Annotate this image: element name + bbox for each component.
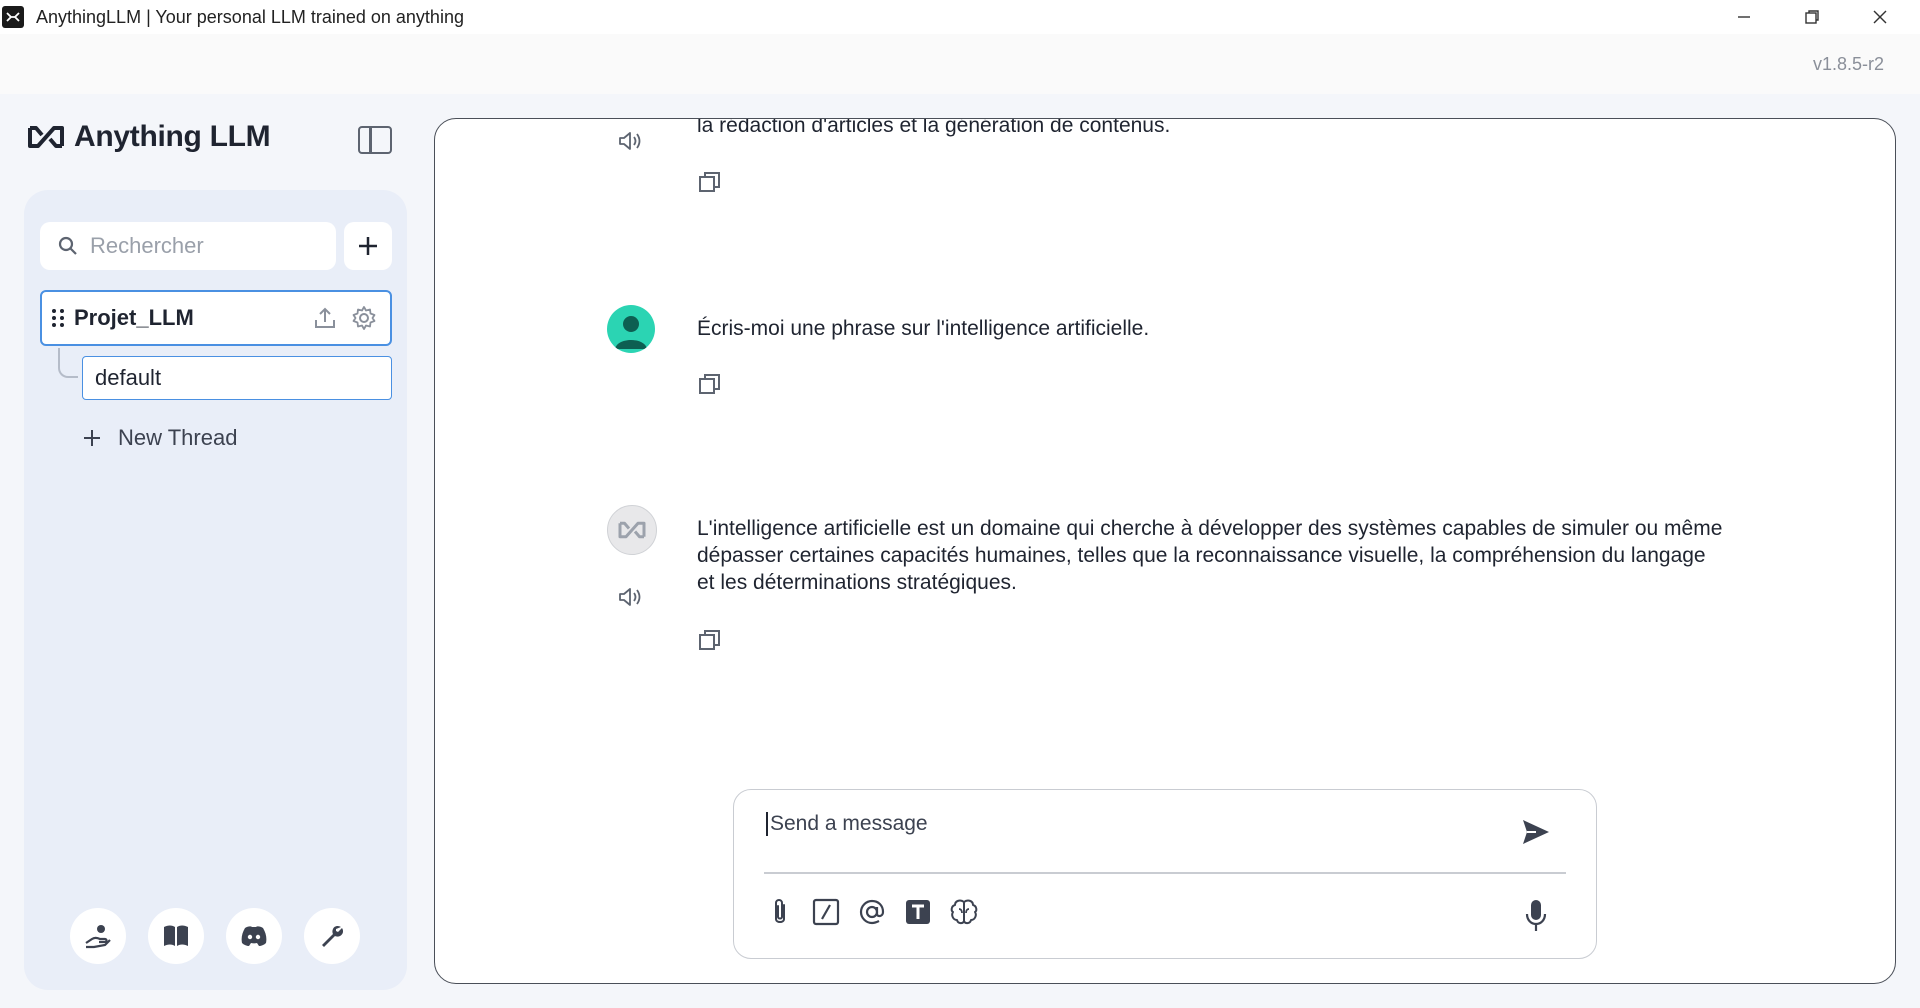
new-thread-label: New Thread (118, 425, 238, 450)
microphone-button[interactable] (1518, 896, 1554, 936)
new-workspace-button[interactable] (344, 222, 392, 270)
search-icon (58, 236, 77, 255)
plus-icon (76, 422, 108, 454)
speaker-icon[interactable] (617, 127, 645, 155)
send-icon (1523, 820, 1549, 844)
workspace-item[interactable]: Projet_LLM (40, 290, 392, 346)
discord-button[interactable] (226, 908, 282, 964)
search-input[interactable] (88, 232, 322, 260)
thread-name: default (95, 365, 162, 390)
message-composer: Send a message (733, 789, 1597, 959)
copy-icon[interactable] (697, 169, 723, 195)
thread-item-default[interactable]: default (82, 356, 392, 400)
version-label: v1.8.5-r2 (1812, 54, 1884, 74)
discord-icon (241, 926, 267, 946)
anythingllm-logo-icon (28, 126, 64, 148)
settings-button[interactable] (304, 908, 360, 964)
brand-name: Anything LLM (74, 120, 271, 153)
community-hub-icon (85, 925, 111, 949)
assistant-message-text: la rédaction d'articles et la génération… (697, 118, 1171, 137)
copy-icon[interactable] (697, 627, 723, 653)
chat-panel: la rédaction d'articles et la génération… (434, 118, 1896, 984)
docs-icon (164, 925, 188, 946)
anythingllm-logo-icon (618, 521, 646, 539)
brand-logo: Anything LLM (26, 120, 271, 154)
new-thread-button[interactable]: New Thread (76, 418, 237, 458)
attachment-icon[interactable] (764, 896, 796, 928)
assistant-avatar (607, 505, 657, 555)
window-titlebar: AnythingLLM | Your personal LLM trained … (0, 0, 1920, 34)
composer-divider (764, 872, 1566, 874)
sidebar-toggle-button[interactable] (358, 126, 392, 154)
window-title: AnythingLLM | Your personal LLM trained … (36, 6, 464, 27)
workspace-name: Projet_LLM (74, 305, 194, 330)
user-message-text: Écris-moi une phrase sur l'intelligence … (697, 317, 1150, 340)
restore-button[interactable] (1778, 0, 1846, 34)
docs-button[interactable] (148, 908, 204, 964)
drag-handle-icon (52, 309, 64, 327)
composer-tools (764, 896, 980, 928)
sidebar: Projet_LLM default New Thread (24, 190, 407, 990)
user-avatar (607, 305, 655, 353)
close-button[interactable] (1846, 0, 1914, 34)
message-placeholder: Send a message (770, 812, 928, 835)
search-box[interactable] (40, 222, 336, 270)
send-button[interactable] (1518, 814, 1554, 850)
plus-icon (359, 237, 377, 255)
settings-wrench-icon (322, 925, 344, 947)
slash-command-icon[interactable] (810, 896, 842, 928)
minimize-button[interactable] (1710, 0, 1778, 34)
community-hub-button[interactable] (70, 908, 126, 964)
agent-brain-icon[interactable] (948, 896, 980, 928)
thread-connector (58, 348, 78, 378)
copy-icon[interactable] (697, 371, 723, 397)
sidebar-footer (70, 908, 360, 964)
assistant-message-text: L'intelligence artificielle est un domai… (697, 517, 1723, 594)
microphone-icon (1525, 900, 1547, 931)
at-mention-icon[interactable] (856, 896, 888, 928)
gear-icon[interactable] (350, 304, 378, 332)
text-size-icon[interactable] (902, 896, 934, 928)
app-logo-icon (2, 6, 24, 28)
message-input[interactable]: Send a message (766, 812, 1490, 836)
upload-icon[interactable] (312, 305, 338, 331)
version-bar: v1.8.5-r2 (0, 34, 1920, 95)
speaker-icon[interactable] (617, 583, 645, 611)
